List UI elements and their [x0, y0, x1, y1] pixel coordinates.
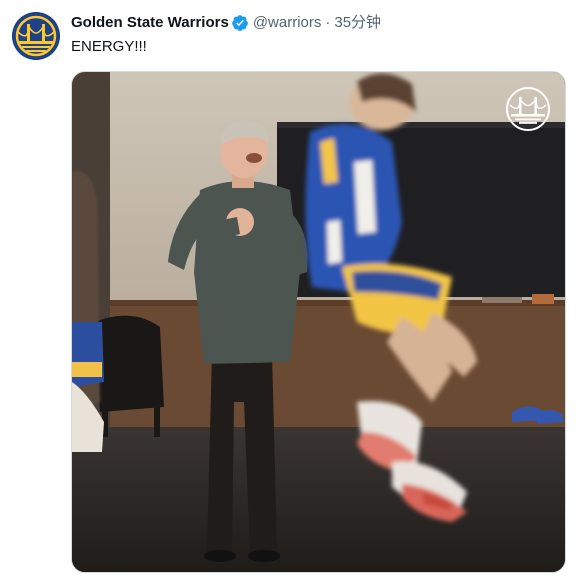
warriors-bridge-logo-icon [12, 12, 60, 60]
tweet-text: ENERGY!!! [71, 38, 147, 55]
verified-badge-icon [231, 15, 248, 31]
warriors-bridge-watermark-icon [506, 87, 550, 131]
display-name[interactable]: Golden State Warriors [71, 13, 229, 33]
video-media[interactable] [71, 71, 566, 573]
separator-dot: · [325, 14, 331, 31]
handle[interactable]: @warriors [253, 13, 322, 33]
tweet-header: Golden State Warriors @warriors · 35分钟 [71, 13, 381, 33]
avatar[interactable] [12, 12, 60, 60]
timestamp[interactable]: 35分钟 [334, 13, 381, 33]
tweet-card[interactable]: Golden State Warriors @warriors · 35分钟 E… [0, 0, 579, 576]
video-frame [72, 72, 565, 572]
